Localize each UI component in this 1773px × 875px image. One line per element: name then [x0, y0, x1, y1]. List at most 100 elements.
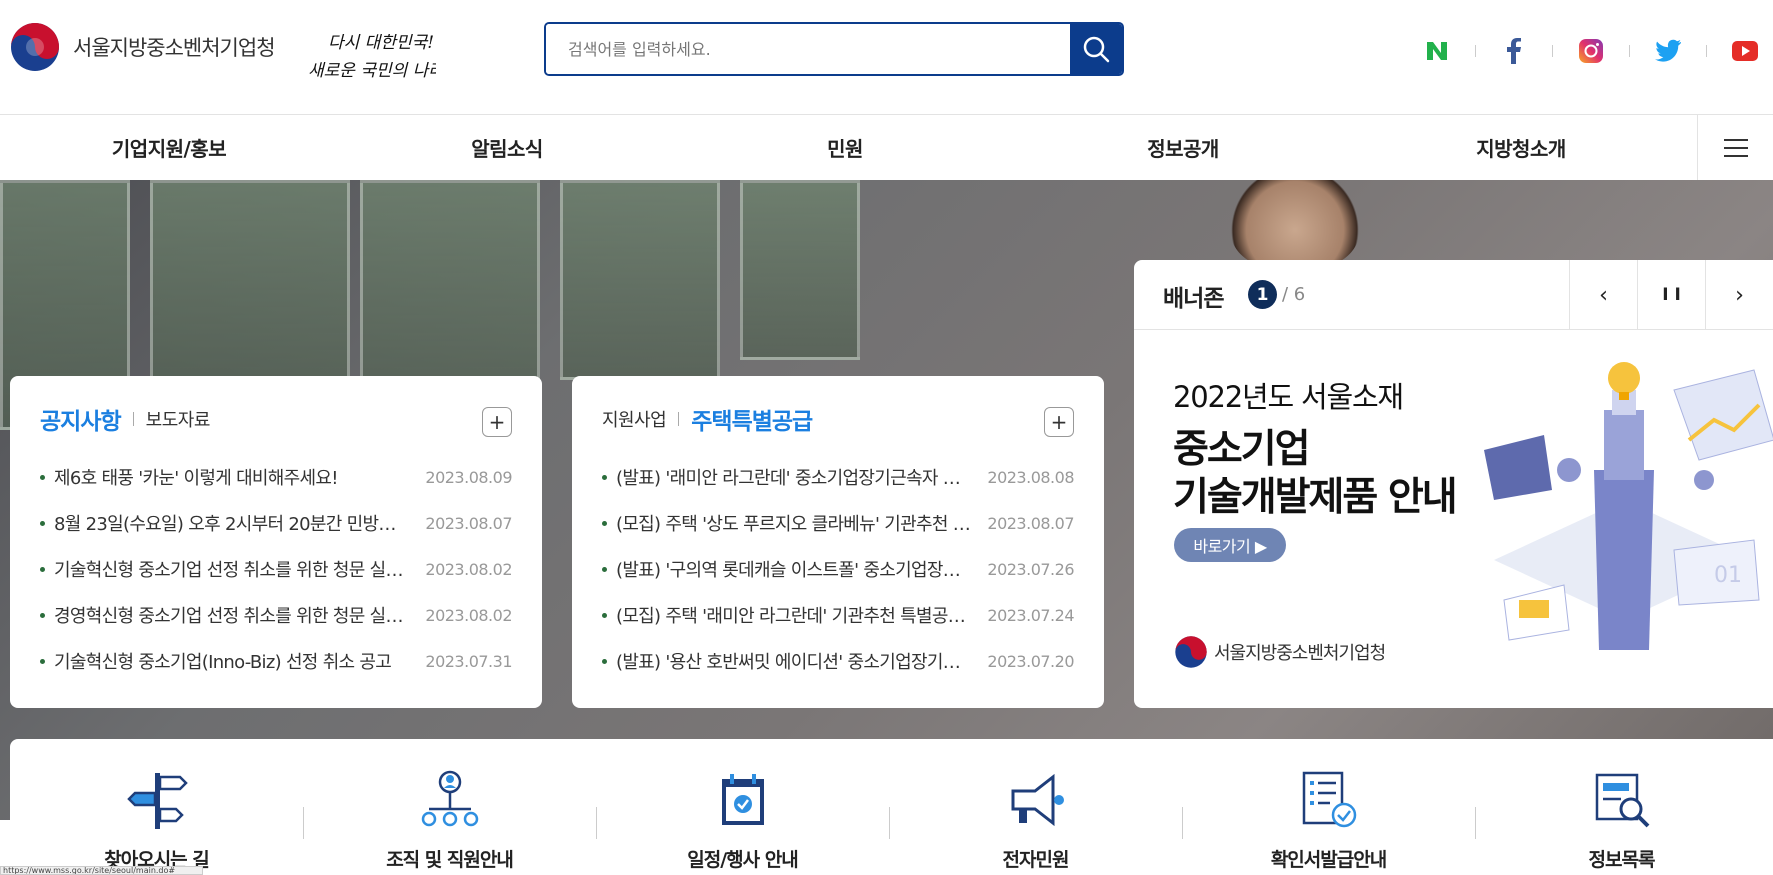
org-name: 서울지방중소벤처기업청: [73, 36, 276, 60]
tab-support-program[interactable]: 지원사업: [602, 406, 667, 432]
youtube-icon[interactable]: [1729, 36, 1761, 66]
naver-blog-icon[interactable]: [1421, 36, 1453, 66]
post-title[interactable]: 경영혁신형 중소기업 선정 취소를 위한 청문 실시 공고: [54, 602, 410, 628]
instagram-icon[interactable]: [1575, 36, 1607, 66]
quick-item-directions[interactable]: 찾아오시는 길: [10, 739, 303, 875]
search-box: [544, 22, 1124, 76]
window-decoration: [560, 180, 720, 380]
quick-item-e-civil[interactable]: 전자민원: [889, 739, 1182, 875]
bullet: [40, 520, 45, 526]
bullet: [602, 474, 607, 480]
post-title[interactable]: 기술혁신형 중소기업 선정 취소를 위한 청문 실시 공고: [54, 556, 410, 582]
site-logo[interactable]: 서울지방중소벤처기업청: [9, 21, 276, 73]
bullet: [40, 658, 45, 664]
post-title[interactable]: 제6호 태풍 '카눈' 이렇게 대비해주세요!: [54, 464, 410, 490]
signpost-icon: [126, 773, 188, 829]
tab-special-housing[interactable]: 주택특별공급: [691, 402, 813, 436]
post-title[interactable]: 8월 23일(수요일) 오후 2시부터 20분간 민방위 훈련 실시: [54, 510, 410, 536]
banner-org: 서울지방중소벤처기업청: [1174, 635, 1386, 669]
post-date: 2023.07.20: [987, 651, 1074, 671]
nav-item-info-disclosure[interactable]: 정보공개: [1014, 115, 1352, 180]
quick-menu: 찾아오시는 길 조직 및 직원안내 일정/행사 안내 전자민원 확인서발급안내 …: [10, 739, 1773, 875]
more-button[interactable]: +: [1044, 407, 1074, 437]
list-item[interactable]: (발표) '래미안 라그란데' 중소기업장기근속자 특별공급 선정 결과 2023…: [602, 454, 1075, 500]
bullet: [40, 612, 45, 618]
slogan-line1: 다시 대한민국!: [328, 33, 434, 53]
list-item[interactable]: (발표) '용산 호반써밋 에이디션' 중소기업장기근속자 선정 2023.07.…: [602, 638, 1075, 684]
list-item[interactable]: 기술혁신형 중소기업 선정 취소를 위한 청문 실시 공고 2023.08.02: [40, 546, 513, 592]
tab-press-release[interactable]: 보도자료: [146, 406, 211, 432]
panel-tabs: 공지사항 보도자료: [40, 402, 512, 436]
post-title[interactable]: (발표) '래미안 라그란데' 중소기업장기근속자 특별공급 선정 결과: [616, 464, 972, 490]
post-title[interactable]: (모집) 주택 '래미안 라그란데' 기관추천 특별공급 모집: [616, 602, 972, 628]
bullet: [602, 520, 607, 526]
post-date: 2023.08.09: [425, 467, 512, 487]
post-title[interactable]: 기술혁신형 중소기업(Inno-Biz) 선정 취소 공고: [54, 648, 410, 674]
notice-list: 제6호 태풍 '카눈' 이렇게 대비해주세요! 2023.08.09 8월 23일…: [40, 454, 513, 684]
site-header: 서울지방중소벤처기업청 다시 대한민국! 새로운 국민의 나라: [0, 0, 1773, 114]
sns-links: [1421, 36, 1761, 66]
slogan-line2: 새로운 국민의 나라: [308, 61, 436, 81]
nav-item-civil-service[interactable]: 민원: [676, 115, 1014, 180]
window-decoration: [740, 180, 860, 360]
list-item[interactable]: 경영혁신형 중소기업 선정 취소를 위한 청문 실시 공고 2023.08.02: [40, 592, 513, 638]
list-item[interactable]: (발표) '구의역 롯데캐슬 이스트폴' 중소기업장기근속자 선정 2023.07…: [602, 546, 1075, 592]
list-item[interactable]: 기술혁신형 중소기업(Inno-Biz) 선정 취소 공고 2023.07.31: [40, 638, 513, 684]
taegeuk-emblem-icon: [11, 23, 59, 71]
all-menu-button[interactable]: [1697, 115, 1773, 180]
list-item[interactable]: (모집) 주택 '상도 푸르지오 클라베뉴' 기관추천 특별공급 모집 2023.…: [602, 500, 1075, 546]
post-date: 2023.08.07: [987, 513, 1074, 533]
browser-status-url: https://www.mss.go.kr/site/seoul/main.do…: [0, 866, 203, 875]
post-date: 2023.08.02: [425, 559, 512, 579]
list-item[interactable]: (모집) 주택 '래미안 라그란데' 기관추천 특별공급 모집 2023.07.2…: [602, 592, 1075, 638]
twitter-icon[interactable]: [1652, 36, 1684, 66]
bullet: [602, 658, 607, 664]
quick-label: 조직 및 직원안내: [386, 849, 514, 871]
megaphone-icon: [1011, 773, 1064, 827]
search-button[interactable]: [1070, 24, 1122, 74]
tech-tower-illustration: 01: [1484, 362, 1773, 650]
banner-title: 배너존: [1163, 286, 1224, 312]
banner-total: / 6: [1282, 284, 1306, 305]
bullet: [602, 566, 607, 572]
list-item[interactable]: 제6호 태풍 '카눈' 이렇게 대비해주세요! 2023.08.09: [40, 454, 513, 500]
bullet: [40, 474, 45, 480]
quick-item-organization[interactable]: 조직 및 직원안내: [303, 739, 596, 875]
banner-next-button[interactable]: ›: [1705, 260, 1773, 330]
quick-item-schedule[interactable]: 일정/행사 안내: [596, 739, 889, 875]
post-title[interactable]: (모집) 주택 '상도 푸르지오 클라베뉴' 기관추천 특별공급 모집: [616, 510, 972, 536]
post-title[interactable]: (발표) '용산 호반써밋 에이디션' 중소기업장기근속자 선정: [616, 648, 972, 674]
sns-divider: [1552, 45, 1553, 57]
post-date: 2023.08.02: [425, 605, 512, 625]
post-title[interactable]: (발표) '구의역 롯데캐슬 이스트폴' 중소기업장기근속자 선정: [616, 556, 972, 582]
nav-item-news[interactable]: 알림소식: [338, 115, 676, 180]
nav-item-business-support[interactable]: 기업지원/홍보: [0, 115, 338, 180]
notice-panel: 공지사항 보도자료 + 제6호 태풍 '카눈' 이렇게 대비해주세요! 2023.…: [10, 376, 542, 708]
quick-item-certificate[interactable]: 확인서발급안내: [1182, 739, 1475, 875]
post-date: 2023.07.26: [987, 559, 1074, 579]
taegeuk-emblem-icon: [1175, 636, 1207, 668]
nav-item-office-intro[interactable]: 지방청소개: [1352, 115, 1690, 180]
panel-tabs: 지원사업 주택특별공급: [602, 402, 1074, 436]
more-button[interactable]: +: [482, 407, 512, 437]
banner-pause-button[interactable]: I I: [1637, 260, 1705, 330]
banner-slide[interactable]: 2022년도 서울소재 중소기업 기술개발제품 안내 바로가기 ▶ 서울지방중소…: [1134, 330, 1773, 708]
banner-prev-button[interactable]: ‹: [1569, 260, 1637, 330]
banner-current-index: 1: [1248, 280, 1277, 309]
quick-label: 정보목록: [1588, 849, 1656, 871]
search-input[interactable]: [546, 24, 1070, 74]
slogan-calligraphy: 다시 대한민국! 새로운 국민의 나라: [308, 33, 436, 81]
banner-headline-2: 기술개발제품 안내: [1173, 475, 1458, 520]
banner-header: 배너존 1 / 6 ‹ I I ›: [1134, 260, 1773, 330]
quick-label: 확인서발급안내: [1270, 849, 1387, 871]
facebook-icon[interactable]: [1498, 36, 1530, 66]
list-item[interactable]: 8월 23일(수요일) 오후 2시부터 20분간 민방위 훈련 실시 2023.0…: [40, 500, 513, 546]
quick-item-info-list[interactable]: 정보목록: [1475, 739, 1768, 875]
window-decoration: [150, 180, 350, 400]
banner-go-button[interactable]: 바로가기 ▶: [1174, 528, 1286, 562]
tab-notice[interactable]: 공지사항: [40, 402, 122, 436]
chevron-left-icon: ‹: [1599, 282, 1608, 308]
post-date: 2023.08.08: [987, 467, 1074, 487]
post-date: 2023.08.07: [425, 513, 512, 533]
bullet: [602, 612, 607, 618]
